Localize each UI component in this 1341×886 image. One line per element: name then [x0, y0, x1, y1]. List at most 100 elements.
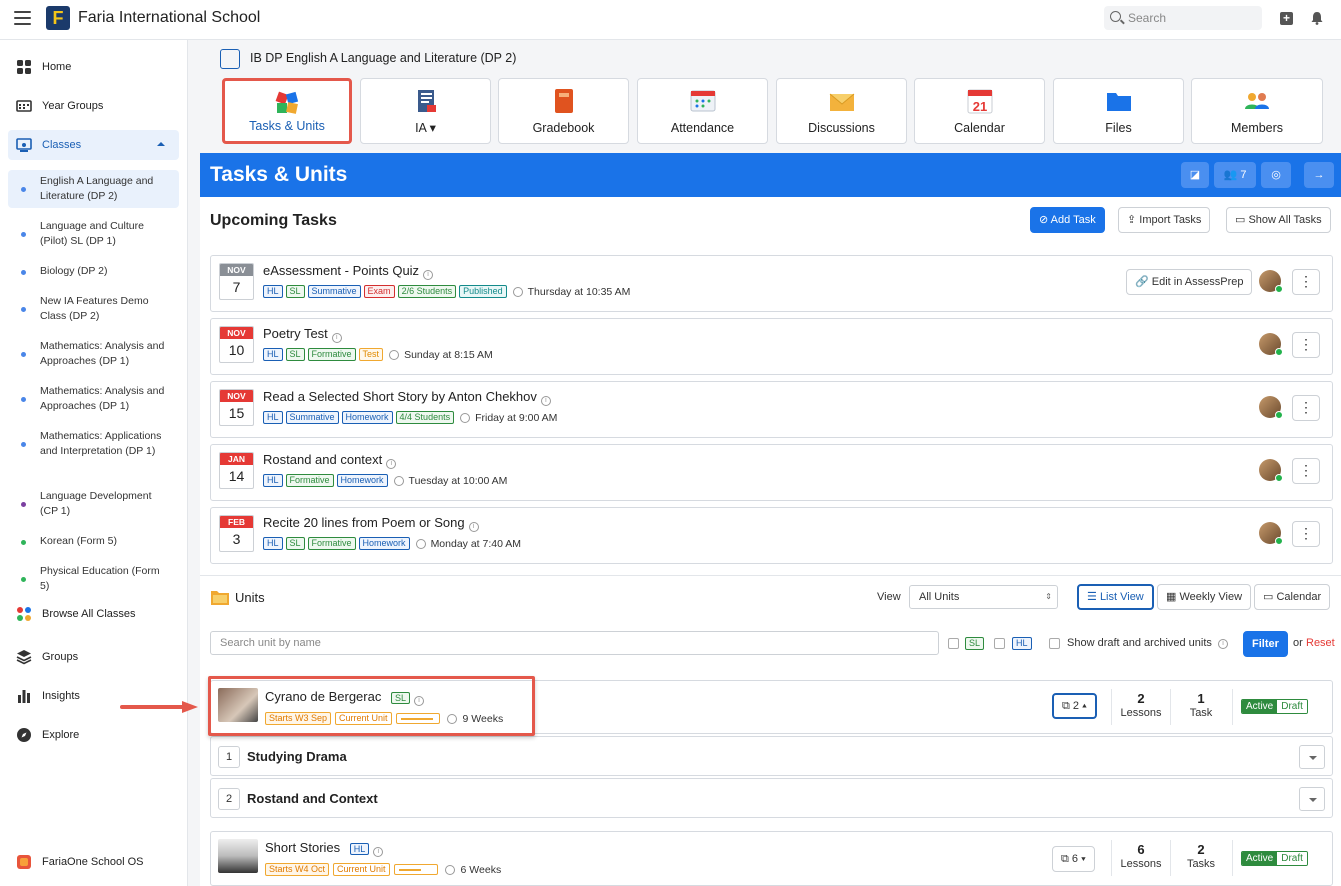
sidebar-class-item[interactable]: Mathematics: Analysis and Approaches (DP… — [8, 380, 179, 418]
avatar[interactable] — [1259, 396, 1283, 419]
weekly-view-button[interactable]: ▦ Weekly View — [1157, 584, 1252, 610]
import-tasks-button[interactable]: ⇪ Import Tasks — [1118, 207, 1211, 233]
sl-checkbox[interactable] — [948, 638, 959, 649]
chevron-up-icon[interactable] — [157, 142, 165, 146]
assessprep-button[interactable]: ◪ — [1181, 162, 1209, 188]
menu-icon[interactable] — [14, 11, 31, 25]
task-row[interactable]: JAN 14 Rostand and context i HL Formative Home… — [210, 444, 1333, 501]
chevron-down-icon[interactable] — [1299, 745, 1325, 769]
more-options-button[interactable]: ⋮ — [1292, 521, 1320, 547]
class-label: Language and Culture (Pilot) SL (DP 1) — [40, 220, 144, 247]
sidebar-item-groups[interactable]: Groups — [8, 642, 179, 672]
hl-checkbox[interactable] — [994, 638, 1005, 649]
sidebar-class-item[interactable]: Biology (DP 2) — [8, 260, 179, 283]
sidebar-item-browse-all-classes[interactable]: Browse All Classes — [8, 599, 179, 629]
show-draft-checkbox[interactable] — [1049, 638, 1060, 649]
lesson-row[interactable]: 1 Studying Drama — [210, 736, 1333, 776]
show-all-tasks-button[interactable]: ▭ Show All Tasks — [1226, 207, 1331, 233]
avatar[interactable] — [1259, 270, 1283, 293]
draft-option[interactable]: Draft — [1277, 852, 1307, 865]
list-view-button[interactable]: ☰ List View — [1077, 584, 1154, 610]
reset-link[interactable]: Reset — [1306, 637, 1335, 649]
task-title[interactable]: Rostand and context i — [263, 452, 397, 469]
unit-stack-dropdown[interactable]: ⧉ 2 ▴ — [1052, 693, 1097, 719]
unit-name[interactable]: Short Stories HL i — [265, 840, 384, 857]
school-name[interactable]: Faria International School — [78, 9, 260, 27]
avatar[interactable] — [1259, 459, 1283, 482]
avatar[interactable] — [1259, 333, 1283, 356]
sidebar-class-item[interactable]: English A Language and Literature (DP 2) — [8, 170, 179, 208]
sidebar-item-home[interactable]: Home — [8, 52, 179, 82]
avatar[interactable] — [1259, 522, 1283, 545]
search-input[interactable]: Search — [1104, 6, 1262, 30]
task-title[interactable]: Recite 20 lines from Poem or Song i — [263, 515, 479, 532]
sidebar-class-item[interactable]: Mathematics: Applications and Interpreta… — [8, 425, 179, 463]
sidebar-footer[interactable]: FariaOne School OS — [8, 847, 179, 877]
active-draft-toggle[interactable]: Active Draft — [1241, 699, 1308, 714]
members-count-button[interactable]: 👥 7 — [1214, 162, 1256, 188]
filter-button[interactable]: Filter — [1243, 631, 1288, 657]
more-options-button[interactable]: ⋮ — [1292, 395, 1320, 421]
sidebar-class-item[interactable]: Korean (Form 5) — [8, 530, 179, 553]
task-title[interactable]: eAssessment - Points Quiz i — [263, 263, 434, 280]
task-row[interactable]: FEB 3 Recite 20 lines from Poem or Song i HL… — [210, 507, 1333, 564]
tile-members[interactable]: Members — [1191, 78, 1323, 144]
school-logo[interactable]: F — [46, 6, 70, 30]
annotation-arrow-icon — [120, 701, 198, 713]
task-row[interactable]: NOV 7 eAssessment - Points Quiz i HL SL Summat… — [210, 255, 1333, 312]
sidebar-item-year-groups[interactable]: Year Groups — [8, 91, 179, 121]
unit-search-input[interactable]: Search unit by name — [210, 631, 939, 655]
sidebar-class-item[interactable]: Mathematics: Analysis and Approaches (DP… — [8, 335, 179, 373]
tile-gradebook[interactable]: Gradebook — [498, 78, 629, 144]
divider — [1111, 689, 1112, 725]
sidebar-item-explore[interactable]: Explore — [8, 720, 179, 750]
unit-card[interactable]: Short Stories HL i Starts W4 Oct Current … — [210, 831, 1333, 886]
calendar-view-button[interactable]: ▭ Calendar — [1254, 584, 1331, 610]
search-placeholder: Search — [1128, 11, 1167, 25]
task-tag: Summative — [307, 285, 361, 298]
task-tags: HL SL Formative Homework Monday at 7:40 AM — [263, 537, 521, 550]
sidebar-class-item[interactable]: Language and Culture (Pilot) SL (DP 1) — [8, 215, 179, 253]
active-option[interactable]: Active — [1242, 852, 1278, 865]
kebab-icon: ⋮ — [1299, 336, 1313, 352]
bell-icon[interactable] — [1311, 11, 1323, 25]
unit-stack-dropdown[interactable]: ⧉ 6 ▾ — [1052, 846, 1095, 872]
lesson-title[interactable]: Studying Drama — [247, 749, 347, 764]
active-option[interactable]: Active — [1242, 700, 1278, 713]
task-row[interactable]: NOV 10 Poetry Test i HL SL Formative Test Sunday… — [210, 318, 1333, 375]
tile-discussions[interactable]: Discussions — [776, 78, 907, 144]
task-title[interactable]: Read a Selected Short Story by Anton Che… — [263, 389, 551, 406]
tile-attendance[interactable]: Attendance — [637, 78, 768, 144]
sidebar-item-classes[interactable]: Classes — [8, 130, 179, 160]
view-select[interactable]: All Units ⇕ — [909, 585, 1058, 609]
task-due: Tuesday at 10:00 AM — [408, 474, 508, 487]
sidebar-class-item[interactable]: Language Development (CP 1) — [8, 485, 179, 523]
next-button[interactable]: → — [1304, 162, 1334, 188]
tile-calendar[interactable]: 21 Calendar — [914, 78, 1045, 144]
tile-files[interactable]: Files — [1053, 78, 1184, 144]
globe-button[interactable]: ◎ — [1261, 162, 1291, 188]
kebab-icon: ⋮ — [1299, 462, 1313, 478]
sidebar-class-item[interactable]: New IA Features Demo Class (DP 2) — [8, 290, 179, 328]
task-title[interactable]: Poetry Test i — [263, 326, 342, 343]
more-options-button[interactable]: ⋮ — [1292, 458, 1320, 484]
unit-progress — [393, 864, 438, 875]
lesson-row[interactable]: 2 Rostand and Context — [210, 778, 1333, 818]
lesson-title[interactable]: Rostand and Context — [247, 791, 378, 806]
more-options-button[interactable]: ⋮ — [1292, 269, 1320, 295]
task-row[interactable]: NOV 15 Read a Selected Short Story by Anto… — [210, 381, 1333, 438]
sidebar-item-label: Home — [42, 61, 72, 73]
tile-label: Discussions — [808, 121, 875, 135]
lessons-stat: 2 Lessons — [1120, 691, 1162, 720]
chevron-down-icon[interactable] — [1299, 787, 1325, 811]
active-draft-toggle[interactable]: Active Draft — [1241, 851, 1308, 866]
add-task-button[interactable]: ⊘ Add Task — [1030, 207, 1105, 233]
tile-ia[interactable]: IA ▾ — [360, 78, 491, 144]
task-tag: Exam — [363, 285, 395, 298]
sidebar-class-item[interactable]: Physical Education (Form 5) — [8, 560, 179, 598]
edit-in-assessprep-button[interactable]: 🔗 Edit in AssessPrep — [1126, 269, 1253, 295]
tile-tasks-units[interactable]: Tasks & Units — [222, 78, 352, 144]
add-icon[interactable]: + — [1280, 12, 1293, 25]
draft-option[interactable]: Draft — [1277, 700, 1307, 713]
more-options-button[interactable]: ⋮ — [1292, 332, 1320, 358]
